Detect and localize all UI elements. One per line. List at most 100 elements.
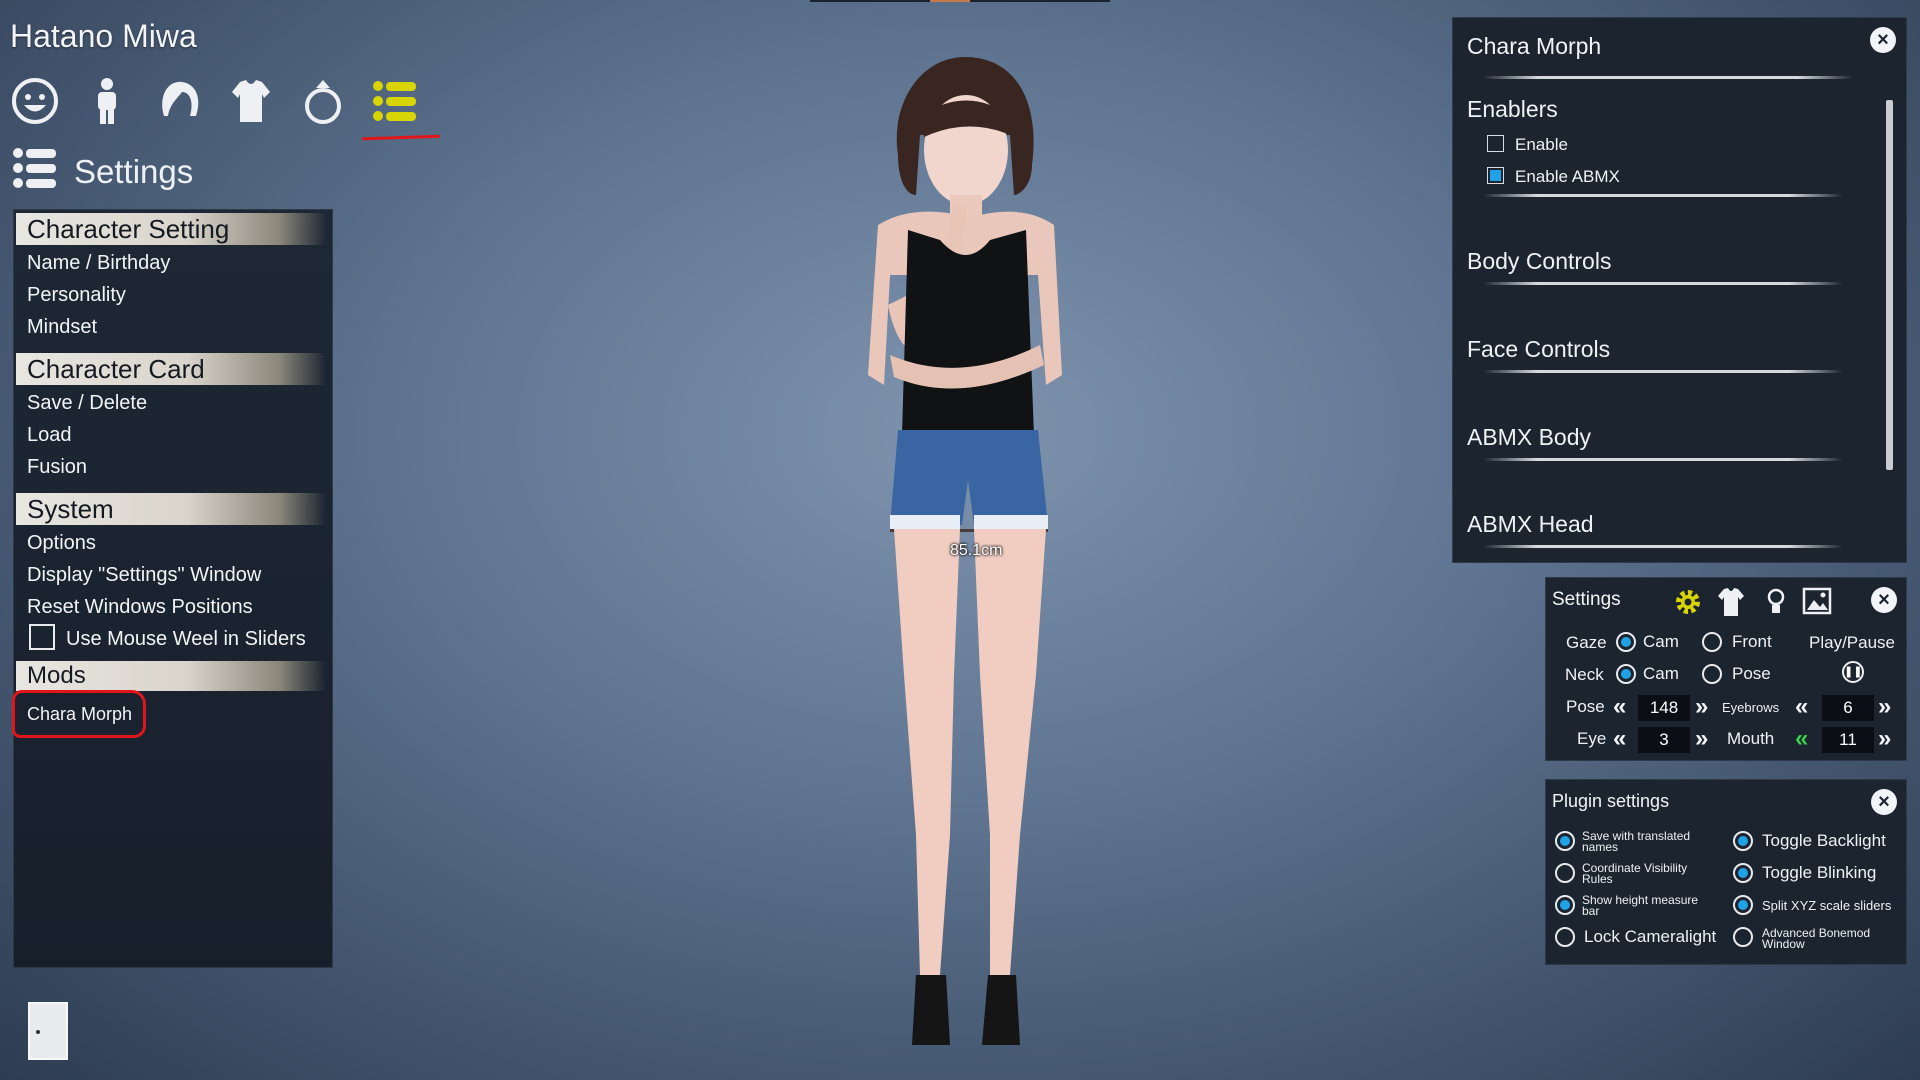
mouth-prev-icon[interactable]: « (1795, 727, 1808, 751)
menu-item-options[interactable]: Options (27, 532, 96, 555)
lock-cameralight-label: Lock Cameralight (1584, 927, 1717, 946)
pose-value[interactable]: 148 (1638, 695, 1690, 721)
gaze-cam-radio[interactable] (1616, 632, 1636, 652)
menu-item-mindset[interactable]: Mindset (27, 316, 97, 339)
menu-item-display-settings-window[interactable]: Display "Settings" Window (27, 564, 261, 587)
toggle-backlight-label: Toggle Backlight (1762, 831, 1886, 850)
outfit-icon[interactable] (1716, 586, 1746, 618)
menu-item-save-delete[interactable]: Save / Delete (27, 392, 147, 415)
mouse-wheel-label: Use Mouse Weel in Sliders (66, 628, 306, 650)
settings-menu-panel: Character Setting Name / Birthday Person… (13, 209, 333, 968)
settings-list-icon[interactable] (370, 73, 420, 129)
neck-label: Neck (1565, 665, 1604, 684)
toggle-blinking-toggle[interactable] (1733, 863, 1753, 883)
abmx-head-header[interactable]: ABMX Head (1467, 511, 1594, 538)
advanced-bonemod-label: Advanced Bonemod Window (1762, 926, 1871, 951)
gaze-cam-label: Cam (1643, 632, 1679, 651)
section-header-character-setting: Character Setting (16, 213, 326, 245)
toggle-backlight-toggle[interactable] (1733, 831, 1753, 851)
divider (1483, 370, 1843, 373)
save-translated-names-label: Save with translated names (1582, 829, 1691, 854)
divider (1483, 458, 1843, 461)
height-measure-label: 85.1cm (950, 542, 1003, 559)
category-toolbar (10, 70, 420, 132)
section-header-system: System (16, 493, 326, 525)
face-icon[interactable] (10, 73, 60, 129)
eyebrows-next-icon[interactable]: » (1878, 695, 1891, 719)
body-icon[interactable] (82, 73, 132, 129)
divider (1483, 545, 1843, 548)
height-measure-bar-label: Show height measure bar (1582, 893, 1699, 918)
coordinate-visibility-label: Coordinate Visibility Rules (1582, 861, 1688, 886)
lock-cameralight-toggle[interactable] (1555, 927, 1575, 947)
chara-morph-scrollbar[interactable] (1886, 100, 1893, 470)
abmx-body-header[interactable]: ABMX Body (1467, 424, 1591, 451)
pose-settings-title: Settings (1552, 589, 1621, 610)
settings-title-text: Settings (74, 153, 194, 190)
eye-label: Eye (1577, 729, 1607, 748)
play-pause-icon[interactable]: ❚❚ (1842, 661, 1864, 683)
enablers-header: Enablers (1467, 96, 1558, 122)
mouse-wheel-checkbox[interactable] (29, 624, 55, 650)
body-controls-header[interactable]: Body Controls (1467, 248, 1611, 275)
close-icon[interactable]: × (1871, 789, 1897, 815)
top-status-strip (810, 0, 1110, 2)
mouth-value[interactable]: 11 (1822, 727, 1874, 753)
lightbulb-icon[interactable] (1766, 586, 1786, 618)
toggle-blinking-label: Toggle Blinking (1762, 863, 1877, 882)
divider (1483, 194, 1843, 197)
height-measure-bar-toggle[interactable] (1555, 895, 1575, 915)
gaze-front-label: Front (1732, 632, 1772, 651)
plugin-settings-window: Plugin settings × Save with translated n… (1545, 779, 1907, 965)
enable-abmx-label: Enable ABMX (1515, 167, 1620, 186)
split-xyz-sliders-label: Split XYZ scale sliders (1762, 898, 1892, 913)
menu-item-name-birthday[interactable]: Name / Birthday (27, 252, 170, 275)
pose-settings-window: Settings × Gaze Cam Front Play/Pause Nec… (1545, 577, 1907, 761)
coordinate-visibility-toggle[interactable] (1555, 863, 1575, 883)
exit-door-icon[interactable] (28, 1002, 68, 1060)
mouth-label: Mouth (1727, 729, 1775, 748)
face-controls-header[interactable]: Face Controls (1467, 336, 1610, 363)
background-image-icon[interactable] (1802, 586, 1832, 616)
eyebrows-prev-icon[interactable]: « (1795, 695, 1808, 719)
clothes-icon[interactable] (226, 73, 276, 129)
pose-prev-icon[interactable]: « (1613, 695, 1626, 719)
menu-item-load[interactable]: Load (27, 424, 72, 447)
eye-prev-icon[interactable]: « (1613, 727, 1626, 751)
annotation-highlight-chara-morph (12, 690, 146, 738)
close-icon[interactable]: × (1871, 587, 1897, 613)
section-header-character-card: Character Card (16, 353, 326, 385)
gaze-front-radio[interactable] (1702, 632, 1722, 652)
active-tab-annotation-underline (361, 134, 441, 141)
eye-value[interactable]: 3 (1638, 727, 1690, 753)
pose-next-icon[interactable]: » (1695, 695, 1708, 719)
list-icon (10, 143, 60, 201)
close-icon[interactable]: × (1870, 27, 1896, 53)
neck-cam-radio[interactable] (1616, 664, 1636, 684)
neck-pose-radio[interactable] (1702, 664, 1722, 684)
accessory-ring-icon[interactable] (298, 73, 348, 129)
mouth-next-icon[interactable]: » (1878, 727, 1891, 751)
neck-cam-label: Cam (1643, 664, 1679, 683)
hair-icon[interactable] (154, 73, 204, 129)
eyebrows-value[interactable]: 6 (1822, 695, 1874, 721)
gear-icon[interactable] (1672, 586, 1704, 618)
menu-item-personality[interactable]: Personality (27, 284, 126, 307)
menu-item-reset-windows-positions[interactable]: Reset Windows Positions (27, 596, 253, 619)
eyebrows-label: Eyebrows (1722, 700, 1780, 715)
section-header-mods: Mods (16, 661, 326, 691)
chara-morph-title: Chara Morph (1467, 33, 1602, 59)
divider (1483, 76, 1853, 79)
split-xyz-sliders-toggle[interactable] (1733, 895, 1753, 915)
save-translated-names-toggle[interactable] (1555, 831, 1575, 851)
eye-next-icon[interactable]: » (1695, 727, 1708, 751)
plugin-settings-title: Plugin settings (1552, 791, 1670, 811)
divider (1483, 282, 1843, 285)
enable-checkbox[interactable] (1487, 135, 1504, 152)
menu-item-fusion[interactable]: Fusion (27, 456, 87, 479)
advanced-bonemod-toggle[interactable] (1733, 927, 1753, 947)
enable-abmx-checkbox[interactable] (1487, 167, 1504, 184)
play-pause-label: Play/Pause (1809, 633, 1895, 652)
enable-label: Enable (1515, 135, 1568, 154)
settings-heading: Settings (10, 146, 193, 198)
